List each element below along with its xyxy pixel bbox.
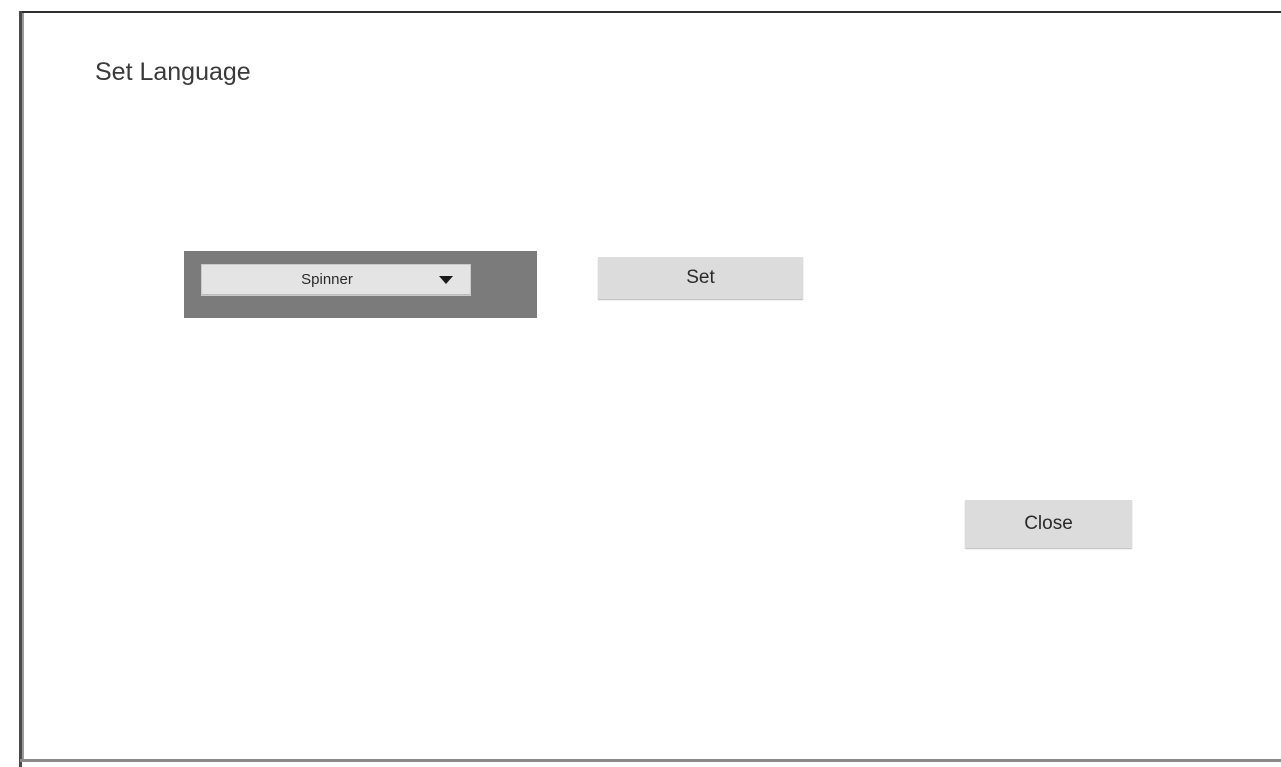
window-top-border xyxy=(0,0,1281,13)
spinner-selected-value: Spinner xyxy=(301,271,353,288)
set-language-dialog xyxy=(25,13,1281,759)
set-button[interactable]: Set xyxy=(598,257,803,299)
close-button[interactable]: Close xyxy=(965,500,1132,548)
window-bottom-border xyxy=(20,759,1281,762)
window-left-border xyxy=(0,11,22,767)
window-left-shadow xyxy=(22,13,24,761)
dialog-title: Set Language xyxy=(95,58,251,86)
dropdown-arrow-icon xyxy=(439,276,453,284)
window-frame: Set Language Spinner Set Close xyxy=(0,0,1281,767)
language-spinner[interactable]: Spinner xyxy=(201,264,471,296)
